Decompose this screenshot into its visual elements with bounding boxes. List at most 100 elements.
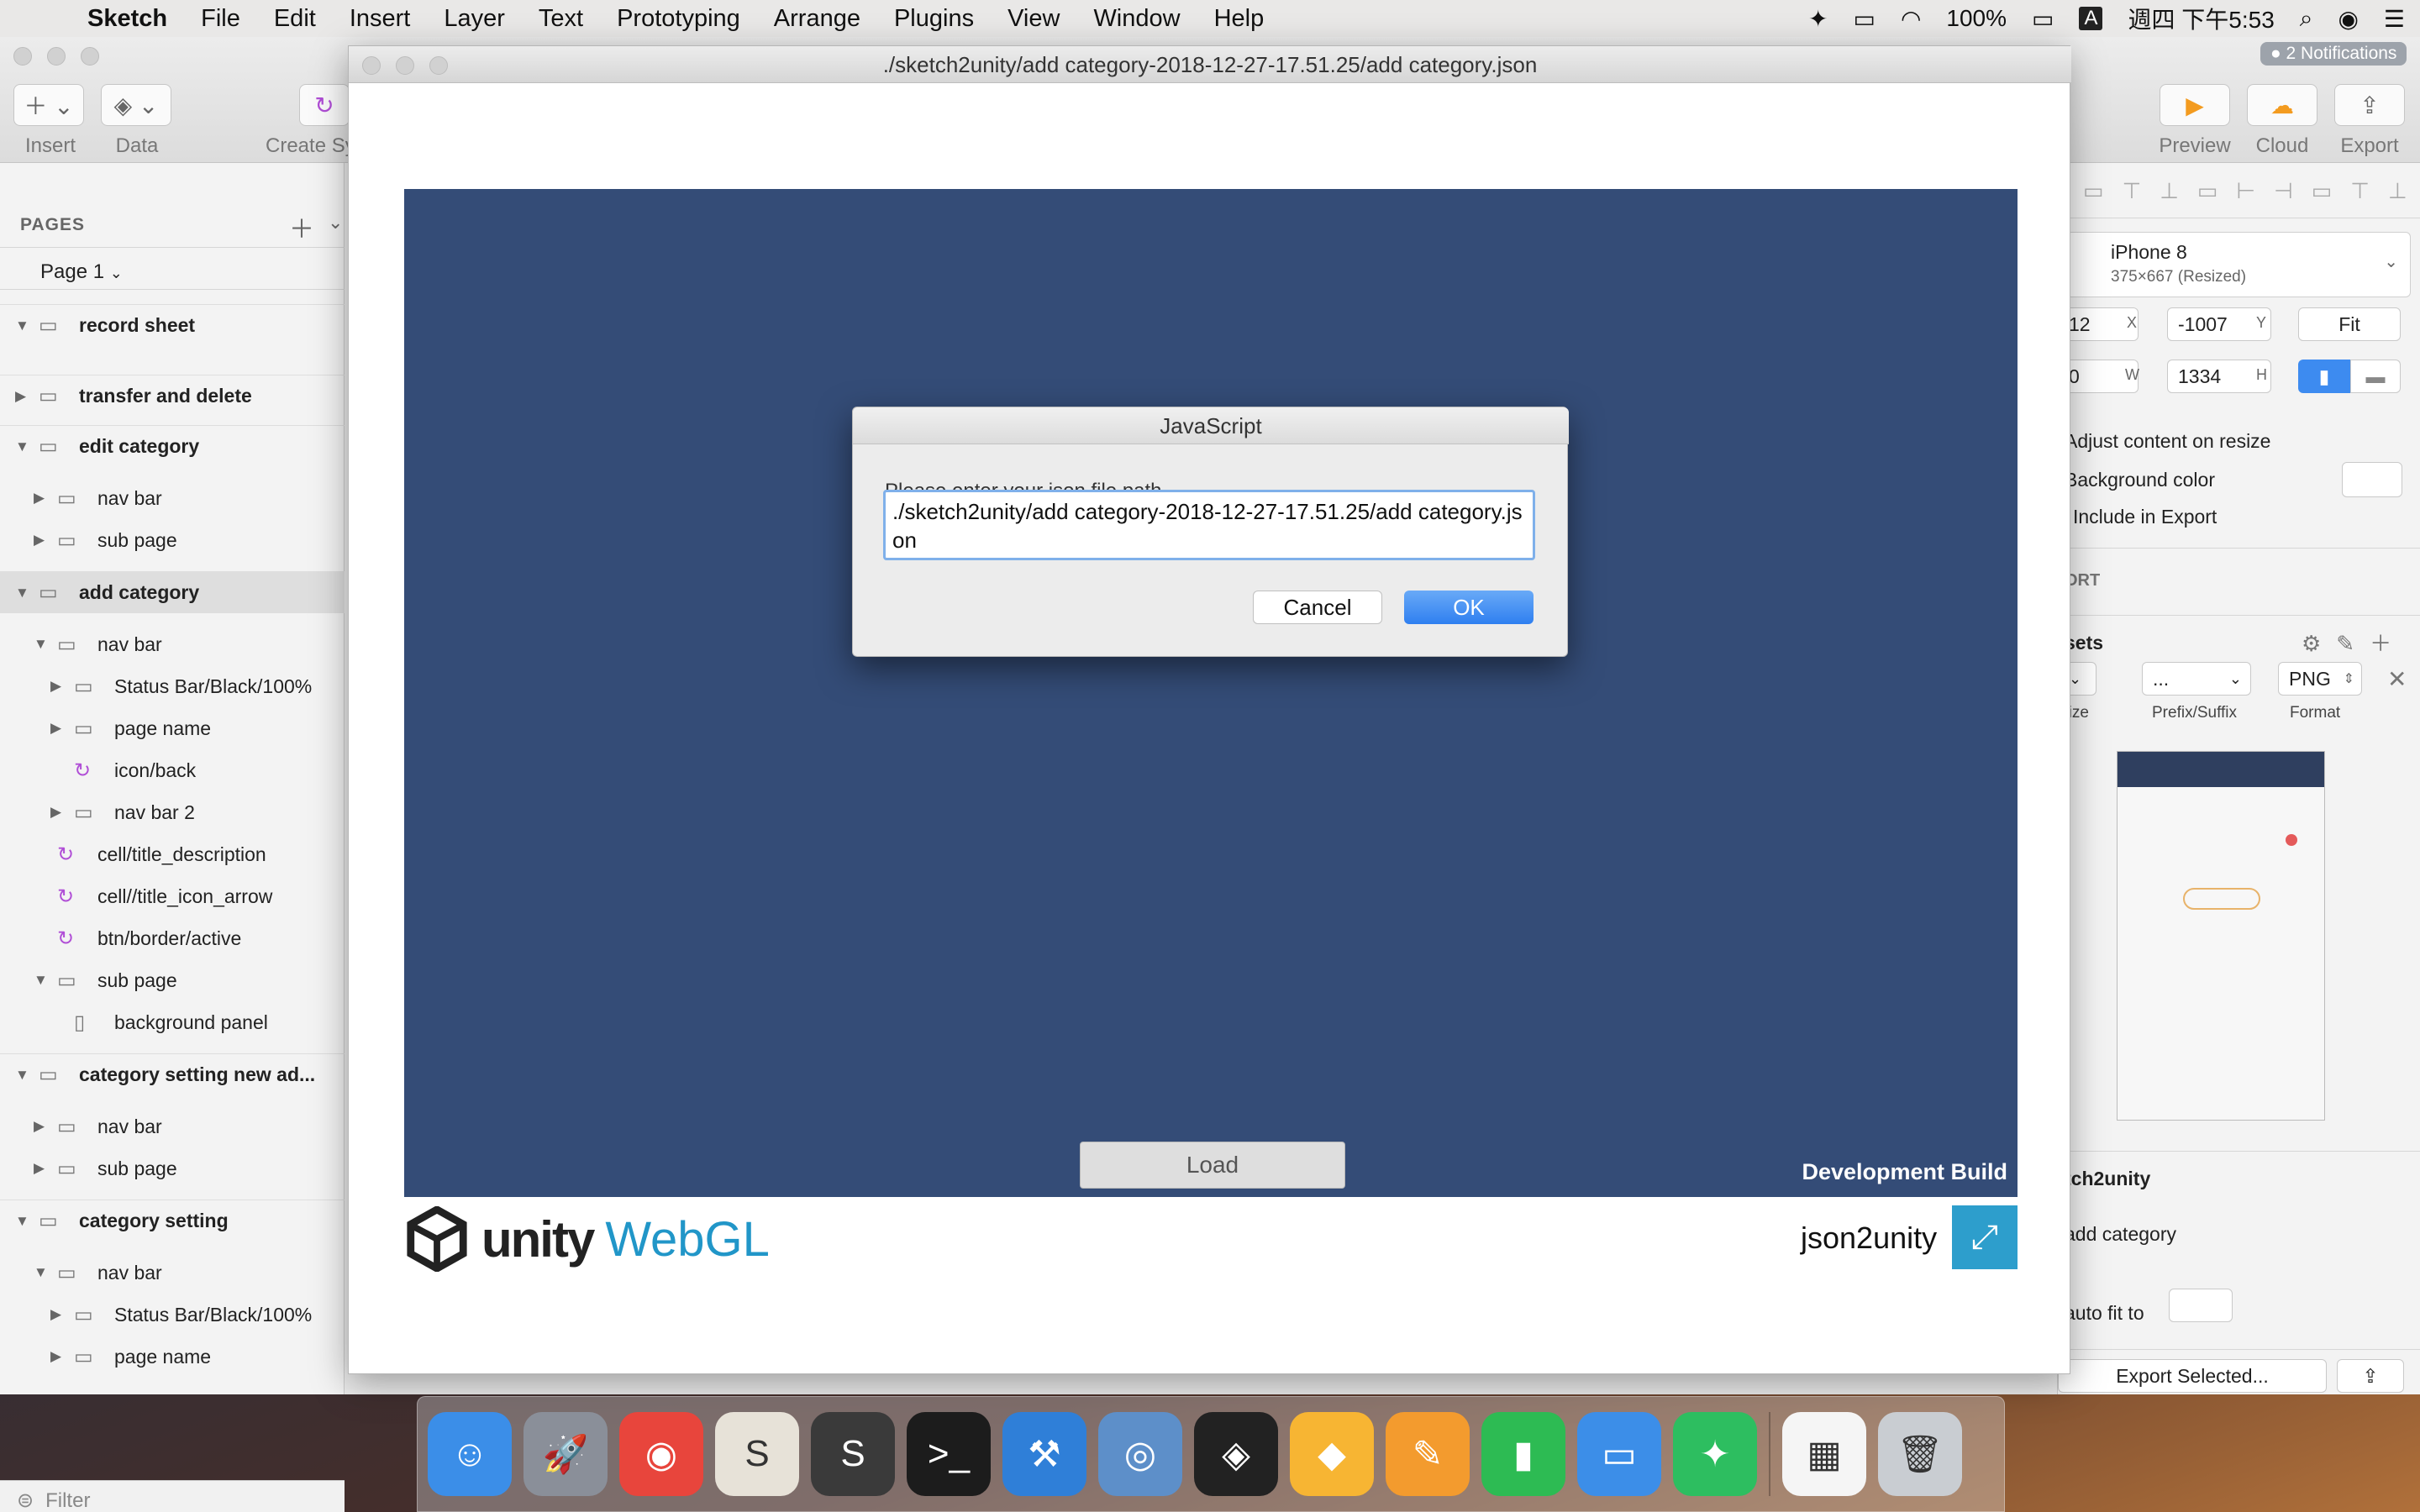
export-selected-button[interactable]: Export Selected... — [2058, 1359, 2327, 1393]
menu-file[interactable]: File — [184, 5, 257, 33]
export-button[interactable]: ⇪ — [2334, 84, 2405, 126]
layer-row[interactable]: ▶ ▭ Status Bar/Black/100% — [0, 1294, 345, 1336]
disclosure-collapsed-icon[interactable]: ▶ — [50, 1348, 61, 1365]
layer-row[interactable]: ▼ ▭ add category — [0, 571, 345, 613]
disclosure-collapsed-icon[interactable]: ▶ — [50, 804, 61, 821]
menu-plugins[interactable]: Plugins — [877, 5, 991, 33]
json-path-input[interactable]: ./sketch2unity/add category-2018-12-27-1… — [883, 490, 1535, 560]
layer-row[interactable]: ▶ ▭ nav bar — [0, 1105, 345, 1147]
layer-row[interactable]: ↻ cell//title_icon_arrow — [0, 875, 345, 917]
current-page-selector[interactable]: Page 1 ⌄ — [40, 260, 123, 284]
remove-export-icon[interactable]: ✕ — [2387, 665, 2407, 693]
fit-button[interactable]: Fit — [2298, 307, 2401, 341]
spotlight-search-icon[interactable]: ⌕ — [2300, 5, 2313, 33]
siri-icon[interactable]: ◉ — [2338, 5, 2358, 33]
cancel-button[interactable]: Cancel — [1253, 591, 1382, 624]
launchpad-dock-icon[interactable]: 🚀 — [523, 1412, 608, 1496]
add-page-icon[interactable]: ＋ — [289, 208, 314, 245]
disclosure-expanded-icon[interactable]: ▼ — [15, 318, 29, 334]
window-minimize-button[interactable] — [47, 47, 66, 66]
layer-row[interactable]: ↻ cell/title_description — [0, 833, 345, 875]
export-preset-icons[interactable]: ⚙✎＋ — [2302, 627, 2407, 658]
preview-button[interactable]: ▶ — [2160, 84, 2230, 126]
disclosure-collapsed-icon[interactable]: ▶ — [34, 532, 45, 549]
create-symbol-button[interactable]: ↻ — [299, 84, 350, 126]
disclosure-expanded-icon[interactable]: ▼ — [15, 1213, 29, 1230]
chrome-dock-icon[interactable]: ◉ — [619, 1412, 703, 1496]
evernote-status-icon[interactable]: ✦ — [1808, 5, 1828, 33]
window-minimize-button[interactable] — [396, 56, 414, 75]
layer-row[interactable]: ▼ ▭ record sheet — [0, 304, 345, 346]
window-zoom-button[interactable] — [429, 56, 448, 75]
layer-row[interactable]: ▼ ▭ nav bar — [0, 1252, 345, 1294]
background-color-swatch[interactable] — [2342, 462, 2402, 497]
terminal-dock-icon[interactable]: >_ — [907, 1412, 991, 1496]
data-button[interactable]: ◈ ⌄ — [101, 84, 171, 126]
window-close-button[interactable] — [13, 47, 32, 66]
disclosure-expanded-icon[interactable]: ▼ — [34, 972, 48, 989]
layer-row[interactable]: ▶ ▭ nav bar 2 — [0, 791, 345, 833]
layer-row[interactable]: ▶ ▭ transfer and delete — [0, 375, 345, 417]
disclosure-collapsed-icon[interactable]: ▶ — [50, 1306, 61, 1323]
cloud-button[interactable]: ☁ — [2247, 84, 2317, 126]
auto-fit-field[interactable] — [2169, 1289, 2233, 1322]
landscape-toggle[interactable]: ▬ — [2350, 360, 2401, 393]
disclosure-collapsed-icon[interactable]: ▶ — [50, 678, 61, 695]
disclosure-expanded-icon[interactable]: ▼ — [15, 438, 29, 455]
layer-row[interactable]: ▶ ▭ sub page — [0, 519, 345, 561]
sketch-dock-icon[interactable]: ◆ — [1290, 1412, 1374, 1496]
battery-icon[interactable]: ▭ — [2032, 5, 2054, 33]
layer-row[interactable]: ↻ icon/back — [0, 749, 345, 791]
disclosure-expanded-icon[interactable]: ▼ — [34, 1264, 48, 1281]
disclosure-collapsed-icon[interactable]: ▶ — [34, 1118, 45, 1135]
menu-arrange[interactable]: Arrange — [757, 5, 877, 33]
unity-canvas[interactable]: Load Development Build — [404, 189, 2018, 1197]
collapse-pages-icon[interactable]: ⌄ — [328, 212, 343, 234]
menu-edit[interactable]: Edit — [257, 5, 333, 33]
notification-center-icon[interactable]: ☰ — [2384, 5, 2405, 33]
pages-dock-icon[interactable]: ✎ — [1386, 1412, 1470, 1496]
layer-row[interactable]: ▶ ▭ nav bar — [0, 477, 345, 519]
unity-dock-icon[interactable]: ◈ — [1194, 1412, 1278, 1496]
device-preset-select[interactable]: iPhone 8 375×667 (Resized) ⌄ — [2066, 232, 2411, 297]
finder-dock-icon[interactable]: ☺ — [428, 1412, 512, 1496]
layer-row[interactable]: ▶ ▭ page name — [0, 707, 345, 749]
disclosure-collapsed-icon[interactable]: ▶ — [50, 720, 61, 737]
disclosure-expanded-icon[interactable]: ▼ — [34, 636, 48, 653]
menu-text[interactable]: Text — [522, 5, 600, 33]
filter-bar[interactable]: ⊜ Filter — [0, 1480, 345, 1512]
slack-dock-icon[interactable]: S — [715, 1412, 799, 1496]
numbers-dock-icon[interactable]: ▮ — [1481, 1412, 1565, 1496]
layer-row[interactable]: ▶ ▭ Status Bar/Black/100% — [0, 665, 345, 707]
include-in-export-checkbox[interactable]: Include in Export — [2058, 506, 2217, 528]
layer-row[interactable]: ▼ ▭ edit category — [0, 425, 345, 467]
insert-button[interactable]: ＋ ⌄ — [13, 84, 84, 126]
load-button[interactable]: Load — [1080, 1142, 1345, 1189]
window-zoom-button[interactable] — [81, 47, 99, 66]
layer-row[interactable]: ▼ ▭ nav bar — [0, 623, 345, 665]
airplay-icon[interactable]: ▭ — [1853, 5, 1875, 33]
menu-app-name[interactable]: Sketch — [71, 5, 184, 33]
disclosure-collapsed-icon[interactable]: ▶ — [15, 388, 26, 405]
disclosure-collapsed-icon[interactable]: ▶ — [34, 1160, 45, 1177]
menu-window[interactable]: Window — [1076, 5, 1197, 33]
layer-row[interactable]: ▼ ▭ sub page — [0, 959, 345, 1001]
window-close-button[interactable] — [362, 56, 381, 75]
layer-row[interactable]: ↻ btn/border/active — [0, 917, 345, 959]
keynote-dock-icon[interactable]: ▭ — [1577, 1412, 1661, 1496]
prefix-select[interactable]: ... ⌄ — [2142, 662, 2251, 696]
xcode-dock-icon[interactable]: ⚒ — [1002, 1412, 1086, 1496]
portrait-toggle[interactable]: ▮ — [2298, 360, 2350, 393]
disclosure-expanded-icon[interactable]: ▼ — [15, 585, 29, 601]
layer-row[interactable]: ▯ background panel — [0, 1001, 345, 1043]
menu-layer[interactable]: Layer — [427, 5, 522, 33]
battery-percent[interactable]: 100% — [1946, 5, 2007, 32]
layer-row[interactable]: ▼ ▭ category setting new ad... — [0, 1053, 345, 1095]
fullscreen-button[interactable]: ⤢ — [1952, 1205, 2018, 1269]
evernote-dock-icon[interactable]: ✦ — [1673, 1412, 1757, 1496]
sublime-text-dock-icon[interactable]: S — [811, 1412, 895, 1496]
ok-button[interactable]: OK — [1404, 591, 1534, 624]
layer-row[interactable]: ▼ ▭ category setting — [0, 1200, 345, 1242]
filter-input[interactable]: Filter — [45, 1489, 90, 1512]
export-share-button[interactable]: ⇪ — [2337, 1359, 2404, 1393]
